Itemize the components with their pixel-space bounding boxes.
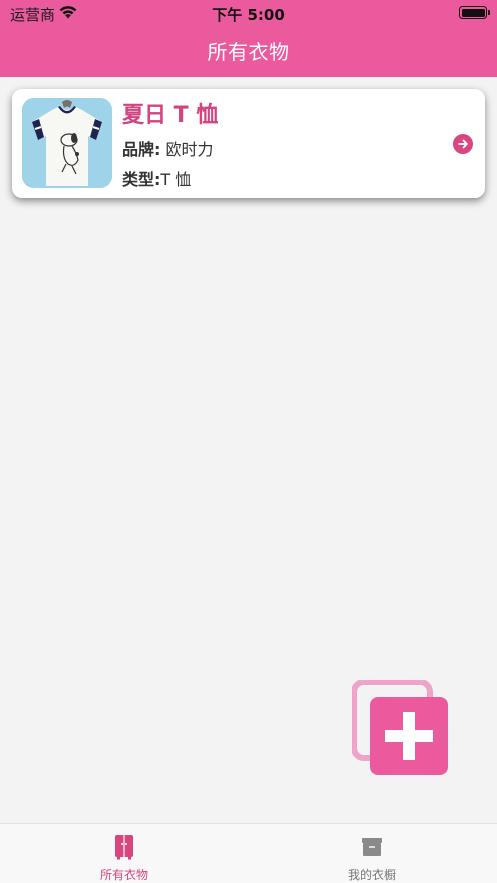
tab-all-clothes-label: 所有衣物 bbox=[99, 868, 148, 882]
battery-icon bbox=[459, 6, 490, 19]
tshirt-image bbox=[22, 98, 112, 188]
type-label: 类型: bbox=[122, 170, 161, 189]
closet-box-icon bbox=[362, 838, 382, 856]
brand-label: 品牌: bbox=[122, 140, 161, 159]
clothing-name: 夏日 T 恤 bbox=[122, 103, 219, 128]
clothing-photo bbox=[22, 98, 112, 188]
nav-header: 运营商 下午 5:00 所有衣物 bbox=[0, 0, 497, 77]
add-plus-icon bbox=[351, 679, 448, 775]
status-time: 下午 5:00 bbox=[212, 6, 285, 24]
arrow-right-icon[interactable] bbox=[453, 134, 473, 154]
type-value: T 恤 bbox=[160, 170, 192, 189]
tab-all-clothes[interactable]: 所有衣物 bbox=[0, 824, 248, 883]
clothing-type-row: 类型:T 恤 bbox=[122, 166, 191, 190]
clothing-brand-row: 品牌: 欧时力 bbox=[122, 136, 214, 160]
tab-bar: 所有衣物 我的衣橱 bbox=[0, 823, 497, 883]
clothing-card[interactable]: 夏日 T 恤 品牌: 欧时力 类型:T 恤 bbox=[12, 89, 485, 198]
brand-value: 欧时力 bbox=[165, 140, 214, 159]
status-bar: 运营商 下午 5:00 bbox=[0, 0, 497, 26]
wardrobe-icon bbox=[115, 835, 133, 860]
page-title: 所有衣物 bbox=[207, 40, 290, 64]
add-clothing-button[interactable] bbox=[351, 679, 450, 778]
tab-my-closet-label: 我的衣橱 bbox=[347, 868, 396, 882]
tab-my-closet[interactable]: 我的衣橱 bbox=[248, 824, 496, 883]
